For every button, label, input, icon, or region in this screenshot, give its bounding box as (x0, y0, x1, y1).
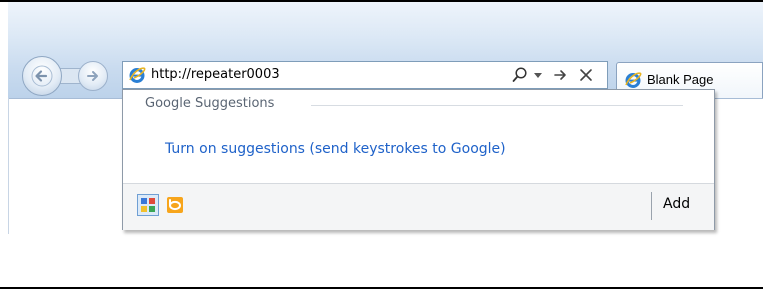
search-icon[interactable] (511, 66, 529, 84)
bing-provider-icon (167, 197, 183, 213)
provider-footer: Add (123, 183, 714, 230)
footer-separator (651, 192, 652, 220)
back-button[interactable] (22, 56, 62, 96)
ie-icon (625, 72, 642, 88)
url-text[interactable]: http://repeater0003 (151, 67, 280, 82)
stop-x-icon[interactable] (579, 68, 593, 82)
google-provider-button[interactable] (137, 194, 159, 216)
section-divider (311, 105, 683, 106)
ie-icon (129, 67, 146, 83)
suggestions-dropdown: Google Suggestions Turn on suggestions (… (122, 89, 715, 230)
add-provider-button[interactable]: Add (663, 196, 690, 212)
tab-label: Blank Page (647, 72, 714, 87)
back-arrow-icon (31, 65, 53, 87)
page-left-edge (8, 98, 9, 234)
section-title: Google Suggestions (145, 96, 275, 111)
google-provider-icon (141, 198, 155, 212)
bing-provider-button[interactable] (164, 194, 186, 216)
address-bar[interactable]: http://repeater0003 (122, 61, 608, 89)
frame-bottom-border (0, 287, 763, 289)
forward-button[interactable] (78, 61, 108, 91)
chevron-down-icon[interactable] (534, 73, 542, 78)
enable-suggestions-link[interactable]: Turn on suggestions (send keystrokes to … (165, 141, 506, 157)
go-arrow-icon[interactable] (554, 68, 568, 82)
forward-arrow-icon (87, 71, 98, 81)
